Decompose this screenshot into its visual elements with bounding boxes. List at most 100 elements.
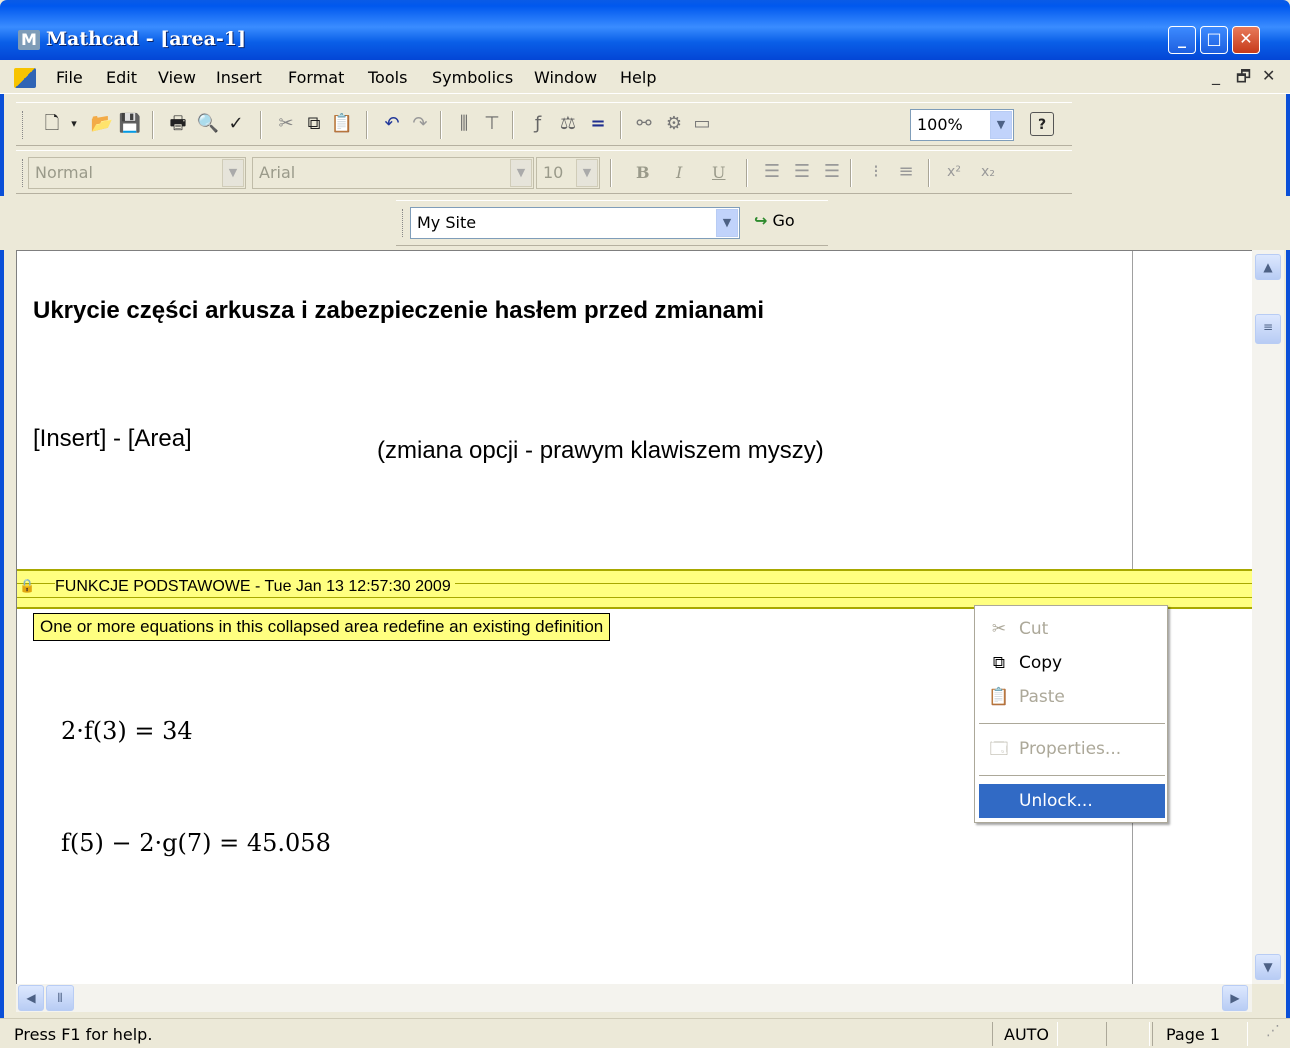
worksheet-heading[interactable]: Ukrycie części arkusza i zabezpieczenie … — [33, 297, 764, 325]
menu-help[interactable]: Help — [620, 68, 656, 87]
status-bar: Press F1 for help. AUTO Page 1 ⋰ — [0, 1018, 1290, 1048]
scroll-left-button[interactable]: ◀ — [18, 985, 44, 1011]
toolbar-grip[interactable] — [402, 209, 405, 237]
font-value: Arial — [259, 163, 296, 182]
numbering-icon[interactable]: ≡ — [894, 160, 918, 184]
menu-symbolics[interactable]: Symbolics — [432, 68, 513, 87]
insert-area-text[interactable]: [Insert] - [Area] — [33, 425, 192, 453]
font-select[interactable]: Arial ▼ — [252, 157, 534, 189]
style-select[interactable]: Normal ▼ — [28, 157, 246, 189]
chevron-down-icon[interactable]: ▼ — [716, 209, 738, 237]
horizontal-scrollbar[interactable]: ◀ ⦀ ▶ — [16, 984, 1252, 1012]
vertical-scroll-thumb[interactable]: ≡ — [1255, 314, 1281, 344]
menu-item-paste-label: Paste — [1019, 687, 1065, 707]
italic-button[interactable]: I — [676, 163, 682, 182]
go-button[interactable]: ↪ Go — [754, 211, 795, 230]
font-size-select[interactable]: 10 ▼ — [536, 157, 600, 189]
mathcad-app-icon[interactable]: M — [18, 30, 40, 50]
toolbar-separator — [512, 111, 514, 139]
font-size-value: 10 — [543, 163, 564, 182]
spell-check-icon[interactable]: ✓ — [224, 112, 248, 136]
insert-function-icon[interactable]: ƒ — [526, 112, 550, 136]
bold-button[interactable]: B — [636, 163, 650, 182]
close-button[interactable]: ✕ — [1232, 26, 1260, 54]
scissors-icon: ✂ — [991, 619, 1007, 639]
chevron-down-icon[interactable]: ▼ — [222, 159, 244, 187]
copy-icon[interactable]: ⧉ — [302, 112, 326, 136]
align-down-icon[interactable]: ⊤ — [480, 112, 504, 136]
align-right-icon[interactable]: ☰ — [820, 160, 844, 184]
toolbar-separator — [440, 111, 442, 139]
menu-item-properties[interactable]: 🗔 Properties... — [979, 732, 1165, 766]
new-dropdown-icon[interactable]: ▾ — [62, 112, 86, 136]
help-icon[interactable]: ? — [1030, 112, 1054, 136]
insert-hyperlink-icon[interactable]: ⚯ — [632, 112, 656, 136]
menu-insert[interactable]: Insert — [216, 68, 262, 87]
doc-restore-button[interactable]: 🗗 — [1236, 66, 1251, 93]
align-left-icon[interactable]: ☰ — [760, 160, 784, 184]
insert-component-icon[interactable]: ⚙ — [662, 112, 686, 136]
subscript-icon[interactable]: x₂ — [976, 160, 1000, 184]
address-select[interactable]: My Site ▼ — [410, 207, 740, 239]
print-preview-icon[interactable]: 🔍 — [196, 112, 220, 136]
save-icon[interactable]: 💾 — [118, 112, 142, 136]
area-line — [17, 597, 1253, 598]
align-center-icon[interactable]: ☰ — [790, 160, 814, 184]
print-icon[interactable]: 🖶 — [166, 112, 190, 136]
menu-item-cut-label: Cut — [1019, 619, 1049, 639]
redo-icon[interactable]: ↷ — [408, 112, 432, 136]
menu-view[interactable]: View — [158, 68, 196, 87]
toolbar-grip[interactable] — [22, 159, 25, 187]
status-mode: AUTO — [1004, 1025, 1050, 1044]
menu-edit[interactable]: Edit — [106, 68, 137, 87]
chevron-down-icon[interactable]: ▼ — [990, 111, 1012, 139]
scroll-down-button[interactable]: ▼ — [1255, 954, 1281, 980]
menu-item-unlock[interactable]: Unlock... — [979, 784, 1165, 818]
calculate-icon[interactable]: = — [586, 112, 610, 136]
collapsed-area-bar[interactable]: 🔒 FUNKCJE PODSTAWOWE - Tue Jan 13 12:57:… — [17, 569, 1253, 609]
scroll-right-button[interactable]: ▶ — [1222, 985, 1248, 1011]
menu-item-paste[interactable]: 📋 Paste — [979, 680, 1165, 714]
undo-icon[interactable]: ↶ — [380, 112, 404, 136]
toolbar-separator — [366, 111, 368, 139]
menu-window[interactable]: Window — [534, 68, 597, 87]
align-across-icon[interactable]: ⫼ — [452, 112, 476, 136]
maximize-button[interactable]: □ — [1200, 26, 1228, 54]
cut-icon[interactable]: ✂ — [274, 112, 298, 136]
minimize-button[interactable]: _ — [1168, 26, 1196, 54]
new-document-icon[interactable]: 🗋 — [40, 112, 64, 136]
paste-icon[interactable]: 📋 — [330, 112, 354, 136]
menu-tools[interactable]: Tools — [368, 68, 407, 87]
document-icon[interactable] — [14, 68, 36, 88]
doc-minimize-button[interactable]: _ — [1212, 66, 1220, 85]
vertical-scrollbar[interactable]: ▲ ≡ ▼ — [1252, 250, 1284, 984]
toolbar-grip[interactable] — [22, 111, 25, 139]
equation-1[interactable]: 2·f(3) = 34 — [61, 717, 193, 745]
chevron-down-icon[interactable]: ▼ — [510, 159, 532, 187]
resize-grip-icon[interactable]: ⋰ — [1266, 1023, 1280, 1039]
resource-center-icon[interactable]: ▭ — [690, 112, 714, 136]
zoom-value: 100% — [917, 115, 963, 134]
address-value: My Site — [417, 213, 477, 232]
scroll-up-button[interactable]: ▲ — [1255, 254, 1281, 280]
menu-item-cut[interactable]: ✂ Cut — [979, 612, 1165, 646]
superscript-icon[interactable]: x² — [942, 160, 966, 184]
toolbar-separator — [260, 111, 262, 139]
horizontal-scroll-thumb[interactable]: ⦀ — [46, 985, 74, 1011]
properties-icon: 🗔 — [989, 739, 1009, 759]
menu-item-properties-label: Properties... — [1019, 739, 1122, 759]
menu-file[interactable]: File — [56, 68, 83, 87]
zoom-select[interactable]: 100% ▼ — [910, 109, 1014, 141]
lock-icon[interactable]: 🔒 — [19, 579, 35, 594]
bullets-icon[interactable]: ⁝ — [864, 160, 888, 184]
menu-format[interactable]: Format — [288, 68, 344, 87]
menu-item-copy[interactable]: ⧉ Copy — [979, 646, 1165, 680]
equation-2[interactable]: f(5) − 2·g(7) = 45.058 — [61, 829, 331, 857]
option-note-text[interactable]: (zmiana opcji - prawym klawiszem myszy) — [377, 437, 824, 465]
underline-button[interactable]: U — [712, 163, 725, 182]
title-bar[interactable]: M Mathcad - [area-1] _ □ ✕ — [0, 0, 1290, 60]
open-folder-icon[interactable]: 📂 — [90, 112, 114, 136]
insert-unit-icon[interactable]: ⚖ — [556, 112, 580, 136]
chevron-down-icon[interactable]: ▼ — [576, 159, 598, 187]
doc-close-button[interactable]: ✕ — [1262, 66, 1275, 85]
